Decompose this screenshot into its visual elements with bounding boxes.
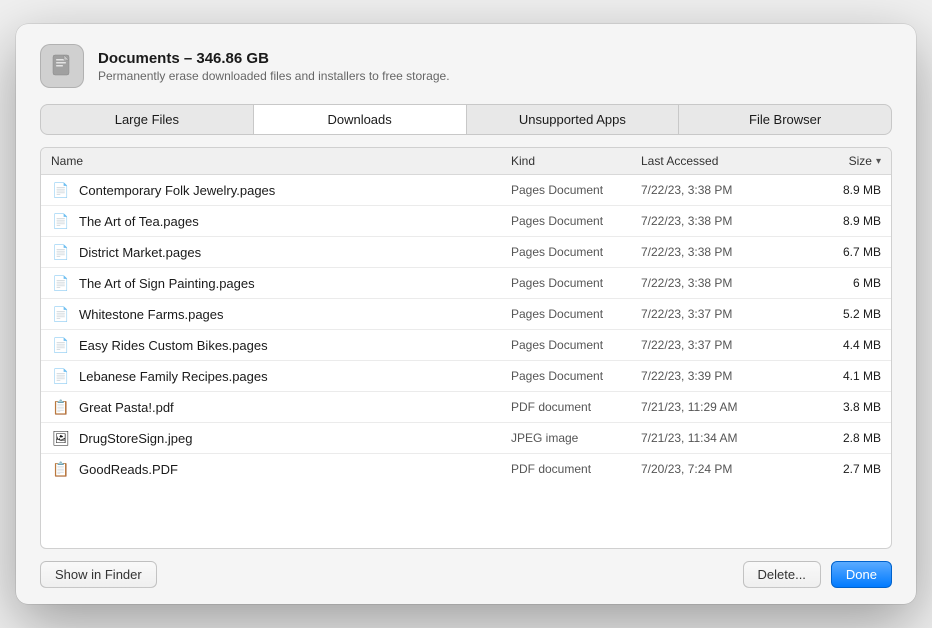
documents-dialog: Documents – 346.86 GB Permanently erase … — [16, 24, 916, 604]
dialog-title: Documents – 346.86 GB — [98, 50, 450, 67]
table-row[interactable]: 📄 Lebanese Family Recipes.pages Pages Do… — [41, 361, 891, 392]
row-size-cell: 4.1 MB — [791, 369, 881, 383]
row-accessed-cell: 7/22/23, 3:38 PM — [641, 276, 791, 290]
tab-downloads[interactable]: Downloads — [254, 105, 467, 134]
row-name-cell: 📄 Easy Rides Custom Bikes.pages — [51, 335, 511, 355]
col-header-accessed: Last Accessed — [641, 154, 791, 168]
file-type-icon: 📄 — [51, 273, 71, 293]
file-name: DrugStoreSign.jpeg — [79, 431, 192, 446]
row-accessed-cell: 7/21/23, 11:34 AM — [641, 431, 791, 445]
tabs-bar: Large Files Downloads Unsupported Apps F… — [40, 104, 892, 135]
row-kind-cell: Pages Document — [511, 369, 641, 383]
row-kind-cell: Pages Document — [511, 307, 641, 321]
table-row[interactable]: 📋 GoodReads.PDF PDF document 7/20/23, 7:… — [41, 454, 891, 484]
col-header-size[interactable]: Size ▾ — [791, 154, 881, 168]
row-accessed-cell: 7/22/23, 3:37 PM — [641, 338, 791, 352]
row-kind-cell: Pages Document — [511, 183, 641, 197]
show-in-finder-button[interactable]: Show in Finder — [40, 561, 157, 588]
file-type-icon: 📄 — [51, 304, 71, 324]
table-row[interactable]: 📄 District Market.pages Pages Document 7… — [41, 237, 891, 268]
file-type-icon: 📋 — [51, 459, 71, 479]
row-kind-cell: Pages Document — [511, 214, 641, 228]
sort-icon: ▾ — [876, 156, 881, 167]
file-name: Easy Rides Custom Bikes.pages — [79, 338, 268, 353]
header-text: Documents – 346.86 GB Permanently erase … — [98, 50, 450, 83]
file-name: Contemporary Folk Jewelry.pages — [79, 183, 275, 198]
file-type-icon: 🖼 — [51, 428, 71, 448]
row-size-cell: 8.9 MB — [791, 214, 881, 228]
row-kind-cell: Pages Document — [511, 276, 641, 290]
file-type-icon: 📋 — [51, 397, 71, 417]
row-size-cell: 2.8 MB — [791, 431, 881, 445]
row-kind-cell: JPEG image — [511, 431, 641, 445]
file-name: The Art of Tea.pages — [79, 214, 199, 229]
row-kind-cell: Pages Document — [511, 338, 641, 352]
tab-unsupported-apps[interactable]: Unsupported Apps — [467, 105, 680, 134]
row-size-cell: 4.4 MB — [791, 338, 881, 352]
file-type-icon: 📄 — [51, 366, 71, 386]
file-name: GoodReads.PDF — [79, 462, 178, 477]
documents-icon — [40, 44, 84, 88]
tab-file-browser[interactable]: File Browser — [679, 105, 891, 134]
table-header-row: Name Kind Last Accessed Size ▾ — [41, 148, 891, 175]
delete-button[interactable]: Delete... — [743, 561, 821, 588]
file-name: Whitestone Farms.pages — [79, 307, 224, 322]
row-size-cell: 6.7 MB — [791, 245, 881, 259]
row-size-cell: 2.7 MB — [791, 462, 881, 476]
row-size-cell: 8.9 MB — [791, 183, 881, 197]
table-row[interactable]: 📄 Whitestone Farms.pages Pages Document … — [41, 299, 891, 330]
table-body: 📄 Contemporary Folk Jewelry.pages Pages … — [41, 175, 891, 548]
row-name-cell: 📄 Contemporary Folk Jewelry.pages — [51, 180, 511, 200]
table-row[interactable]: 📄 Contemporary Folk Jewelry.pages Pages … — [41, 175, 891, 206]
row-accessed-cell: 7/22/23, 3:38 PM — [641, 214, 791, 228]
row-accessed-cell: 7/21/23, 11:29 AM — [641, 400, 791, 414]
col-header-name: Name — [51, 154, 511, 168]
file-table: Name Kind Last Accessed Size ▾ 📄 Contemp… — [40, 147, 892, 549]
row-name-cell: 📄 District Market.pages — [51, 242, 511, 262]
row-kind-cell: Pages Document — [511, 245, 641, 259]
row-kind-cell: PDF document — [511, 400, 641, 414]
table-row[interactable]: 📋 Great Pasta!.pdf PDF document 7/21/23,… — [41, 392, 891, 423]
table-row[interactable]: 📄 Easy Rides Custom Bikes.pages Pages Do… — [41, 330, 891, 361]
dialog-footer: Show in Finder Delete... Done — [16, 549, 916, 588]
file-name: District Market.pages — [79, 245, 201, 260]
row-accessed-cell: 7/22/23, 3:38 PM — [641, 245, 791, 259]
col-header-kind: Kind — [511, 154, 641, 168]
table-row[interactable]: 📄 The Art of Tea.pages Pages Document 7/… — [41, 206, 891, 237]
table-row[interactable]: 📄 The Art of Sign Painting.pages Pages D… — [41, 268, 891, 299]
file-type-icon: 📄 — [51, 242, 71, 262]
row-name-cell: 📄 Lebanese Family Recipes.pages — [51, 366, 511, 386]
row-size-cell: 6 MB — [791, 276, 881, 290]
row-name-cell: 🖼 DrugStoreSign.jpeg — [51, 428, 511, 448]
dialog-header: Documents – 346.86 GB Permanently erase … — [16, 24, 916, 104]
row-name-cell: 📄 The Art of Sign Painting.pages — [51, 273, 511, 293]
file-name: Great Pasta!.pdf — [79, 400, 174, 415]
done-button[interactable]: Done — [831, 561, 892, 588]
row-kind-cell: PDF document — [511, 462, 641, 476]
row-name-cell: 📄 Whitestone Farms.pages — [51, 304, 511, 324]
file-type-icon: 📄 — [51, 211, 71, 231]
file-type-icon: 📄 — [51, 180, 71, 200]
row-name-cell: 📋 GoodReads.PDF — [51, 459, 511, 479]
row-name-cell: 📋 Great Pasta!.pdf — [51, 397, 511, 417]
row-accessed-cell: 7/22/23, 3:38 PM — [641, 183, 791, 197]
row-accessed-cell: 7/22/23, 3:39 PM — [641, 369, 791, 383]
row-size-cell: 3.8 MB — [791, 400, 881, 414]
row-name-cell: 📄 The Art of Tea.pages — [51, 211, 511, 231]
file-name: Lebanese Family Recipes.pages — [79, 369, 268, 384]
table-row[interactable]: 🖼 DrugStoreSign.jpeg JPEG image 7/21/23,… — [41, 423, 891, 454]
row-size-cell: 5.2 MB — [791, 307, 881, 321]
row-accessed-cell: 7/20/23, 7:24 PM — [641, 462, 791, 476]
file-type-icon: 📄 — [51, 335, 71, 355]
row-accessed-cell: 7/22/23, 3:37 PM — [641, 307, 791, 321]
file-name: The Art of Sign Painting.pages — [79, 276, 255, 291]
tab-large-files[interactable]: Large Files — [41, 105, 254, 134]
dialog-subtitle: Permanently erase downloaded files and i… — [98, 69, 450, 83]
